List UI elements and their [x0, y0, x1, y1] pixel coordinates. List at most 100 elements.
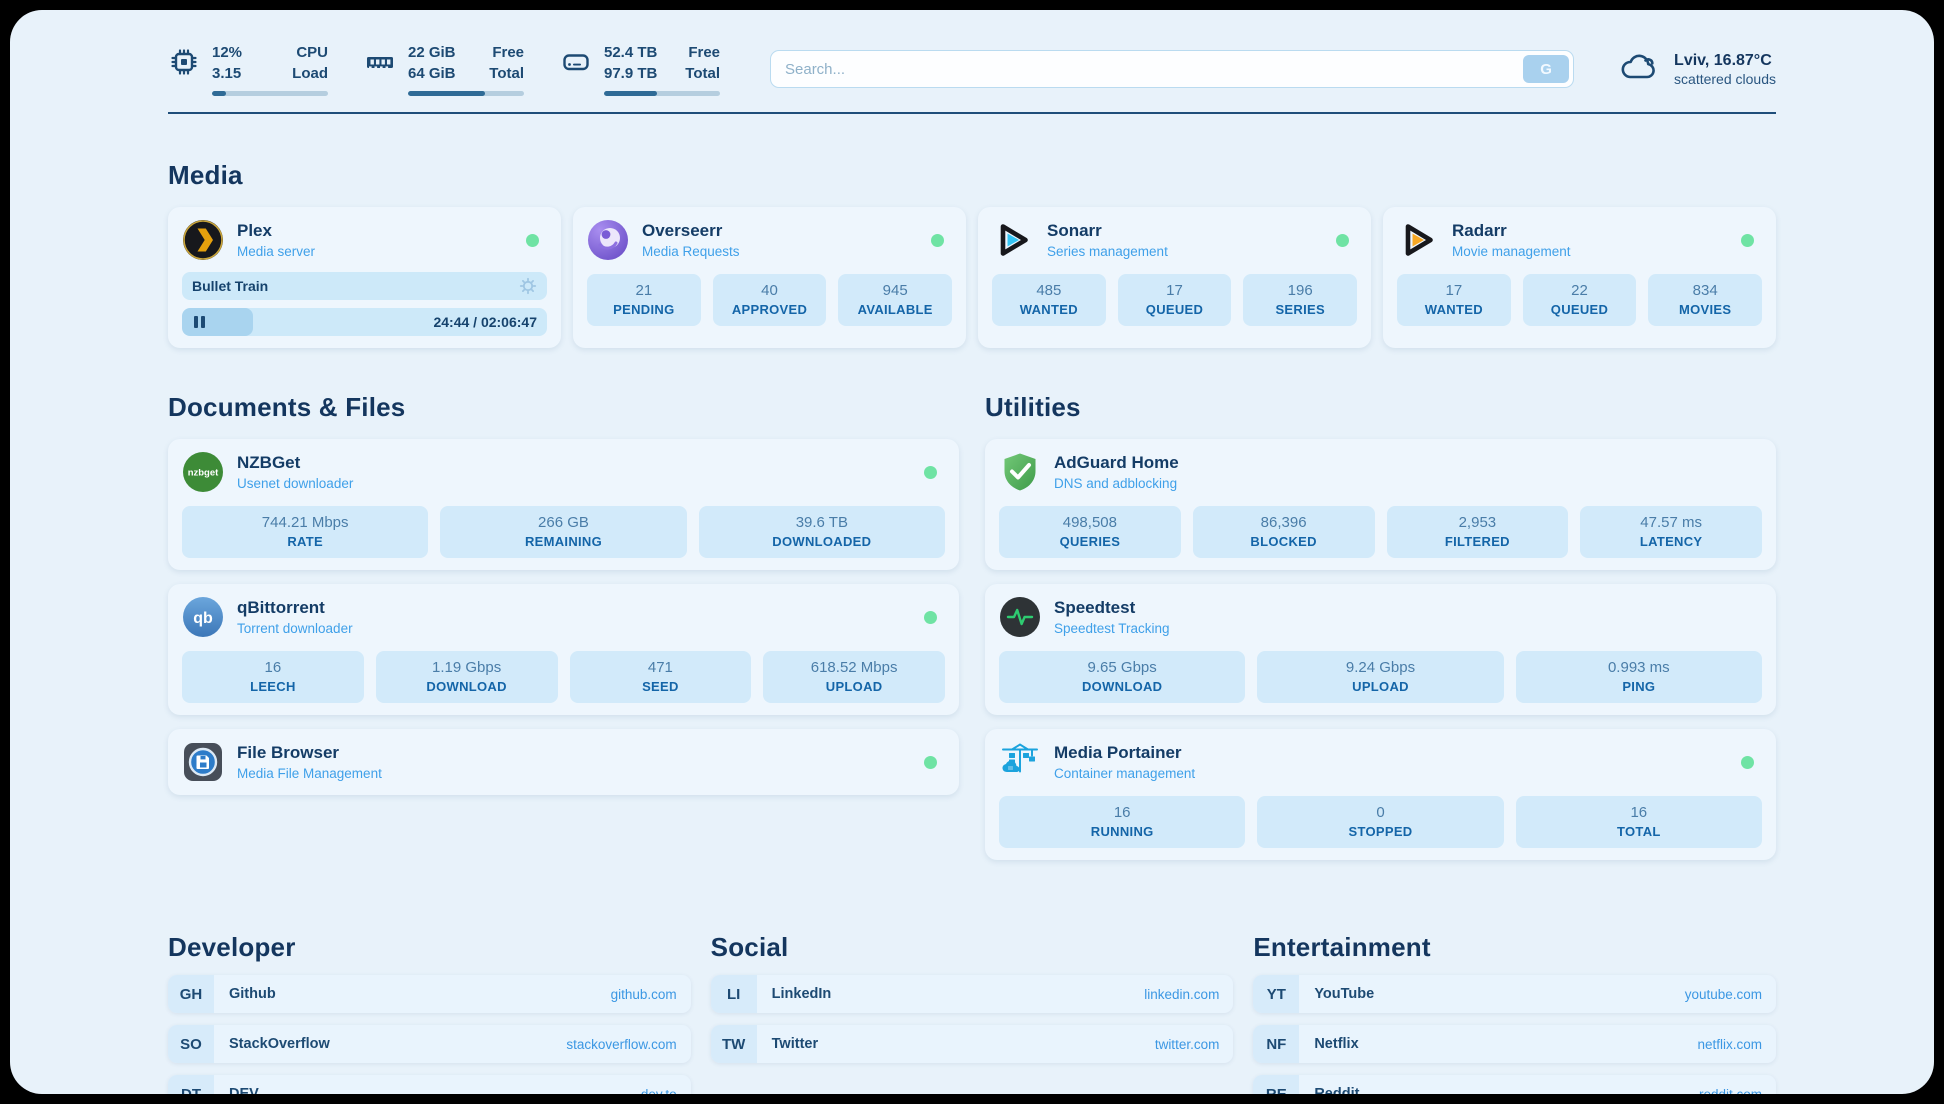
link-url: dev.to [641, 1087, 677, 1095]
stat-chip: 0 STOPPED [1257, 796, 1503, 848]
section-title-social: Social [711, 932, 1234, 963]
ram-free-label: Free [489, 42, 524, 63]
link-abbr-badge: DT [168, 1075, 214, 1094]
link-item-github[interactable]: GH Github github.com [168, 975, 691, 1013]
app-description: Speedtest Tracking [1054, 621, 1170, 636]
playback-time: 24:44 / 02:06:47 [433, 314, 547, 330]
link-abbr-badge: LI [711, 975, 757, 1013]
app-name: Sonarr [1047, 221, 1168, 241]
app-description: Series management [1047, 244, 1168, 259]
portainer-icon [999, 741, 1041, 783]
stat-value: 485 [996, 282, 1102, 299]
now-playing-title: Bullet Train [192, 278, 268, 294]
stat-chip: 9.24 Gbps UPLOAD [1257, 651, 1503, 703]
stat-label: RUNNING [1003, 824, 1241, 839]
link-abbr-badge: NF [1253, 1025, 1299, 1063]
ram-icon [364, 46, 396, 83]
link-name: LinkedIn [772, 986, 832, 1002]
app-card-filebrowser[interactable]: File Browser Media File Management [168, 729, 959, 795]
disk-total-value: 97.9 TB [604, 63, 657, 84]
app-card-radarr[interactable]: Radarr Movie management 17 WANTED 22 QUE… [1383, 207, 1776, 348]
stat-chip: 498,508 QUERIES [999, 506, 1181, 558]
link-item-dev[interactable]: DT DEV dev.to [168, 1075, 691, 1094]
stat-value: 22 [1527, 282, 1633, 299]
app-card-overseerr[interactable]: Overseerr Media Requests 21 PENDING 40 A… [573, 207, 966, 348]
section-title-utilities: Utilities [985, 392, 1776, 423]
app-name: Plex [237, 221, 315, 241]
stat-value: 39.6 TB [703, 514, 941, 531]
app-card-qbittorrent[interactable]: qb qBittorrent Torrent downloader 16 LEE… [168, 584, 959, 715]
stat-label: QUEUED [1527, 302, 1633, 317]
app-name: NZBGet [237, 453, 353, 473]
stat-value: 945 [842, 282, 948, 299]
stat-label: STOPPED [1261, 824, 1499, 839]
search-input[interactable] [770, 50, 1574, 88]
app-card-sonarr[interactable]: Sonarr Series management 485 WANTED 17 Q… [978, 207, 1371, 348]
status-online-dot [931, 234, 944, 247]
stat-label: QUERIES [1003, 534, 1177, 549]
gear-icon[interactable] [519, 277, 537, 295]
stat-value: 47.57 ms [1584, 514, 1758, 531]
stat-label: RATE [186, 534, 424, 549]
adguard-icon [999, 451, 1041, 493]
stat-chip: 471 SEED [570, 651, 752, 703]
link-url: youtube.com [1685, 987, 1762, 1002]
app-card-plex[interactable]: Plex Media server Bullet Train [168, 207, 561, 348]
app-card-adguard[interactable]: AdGuard Home DNS and adblocking 498,508 … [985, 439, 1776, 570]
link-item-linkedin[interactable]: LI LinkedIn linkedin.com [711, 975, 1234, 1013]
section-title-entertainment: Entertainment [1253, 932, 1776, 963]
app-name: Radarr [1452, 221, 1571, 241]
search-go-button[interactable]: G [1523, 55, 1569, 83]
stat-label: DOWNLOADED [703, 534, 941, 549]
app-card-speedtest[interactable]: Speedtest Speedtest Tracking 9.65 Gbps D… [985, 584, 1776, 715]
stat-chip: 0.993 ms PING [1516, 651, 1762, 703]
stat-label: TOTAL [1520, 824, 1758, 839]
link-item-youtube[interactable]: YT YouTube youtube.com [1253, 975, 1776, 1013]
cpu-progress-bar [212, 91, 328, 96]
stat-chip: 618.52 Mbps UPLOAD [763, 651, 945, 703]
stat-label: MOVIES [1652, 302, 1758, 317]
link-item-netflix[interactable]: NF Netflix netflix.com [1253, 1025, 1776, 1063]
stat-chip: 266 GB REMAINING [440, 506, 686, 558]
link-url: twitter.com [1155, 1037, 1220, 1052]
status-online-dot [924, 466, 937, 479]
link-abbr-badge: TW [711, 1025, 757, 1063]
weather-widget: Lviv, 16.87°C scattered clouds [1618, 48, 1776, 91]
stat-chip: 47.57 ms LATENCY [1580, 506, 1762, 558]
app-card-nzbget[interactable]: nzbget NZBGet Usenet downloader 744.21 M… [168, 439, 959, 570]
stat-label: PING [1520, 679, 1758, 694]
status-online-dot [1336, 234, 1349, 247]
disk-icon [560, 46, 592, 83]
link-url: netflix.com [1697, 1037, 1762, 1052]
stat-label: UPLOAD [1261, 679, 1499, 694]
status-online-dot [924, 756, 937, 769]
app-name: Overseerr [642, 221, 740, 241]
ram-stat: 22 GiB 64 GiB Free Total [364, 42, 524, 96]
link-item-stackoverflow[interactable]: SO StackOverflow stackoverflow.com [168, 1025, 691, 1063]
cpu-label: CPU [292, 42, 328, 63]
app-name: File Browser [237, 743, 382, 763]
link-item-twitter[interactable]: TW Twitter twitter.com [711, 1025, 1234, 1063]
link-item-reddit[interactable]: RE Reddit reddit.com [1253, 1075, 1776, 1094]
link-name: Netflix [1314, 1036, 1358, 1052]
stat-label: WANTED [996, 302, 1102, 317]
app-description: Container management [1054, 766, 1195, 781]
stat-label: BLOCKED [1197, 534, 1371, 549]
app-card-portainer[interactable]: Media Portainer Container management 16 … [985, 729, 1776, 860]
stat-label: APPROVED [717, 302, 823, 317]
disk-free-value: 52.4 TB [604, 42, 657, 63]
stat-label: SEED [574, 679, 748, 694]
stat-chip: 22 QUEUED [1523, 274, 1637, 326]
cpu-load-label: Load [292, 63, 328, 84]
search-bar: G [770, 50, 1574, 88]
link-abbr-badge: RE [1253, 1075, 1299, 1094]
stat-value: 196 [1247, 282, 1353, 299]
weather-location: Lviv, 16.87°C [1674, 51, 1776, 72]
stat-chip: 9.65 Gbps DOWNLOAD [999, 651, 1245, 703]
stat-chip: 16 RUNNING [999, 796, 1245, 848]
stat-label: LEECH [186, 679, 360, 694]
stat-value: 17 [1401, 282, 1507, 299]
app-description: Torrent downloader [237, 621, 353, 636]
app-description: Media server [237, 244, 315, 259]
link-url: reddit.com [1699, 1087, 1762, 1095]
